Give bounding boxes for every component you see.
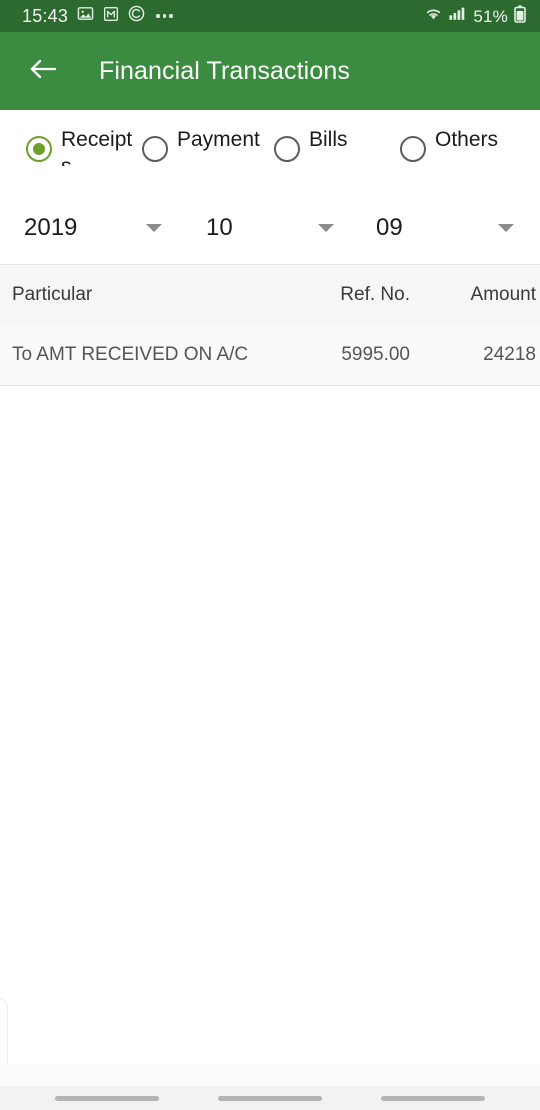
cell-amount: 24218 bbox=[483, 344, 536, 365]
cellular-signal-icon bbox=[449, 6, 467, 26]
m-app-icon bbox=[103, 6, 119, 27]
more-dots-icon bbox=[156, 14, 173, 18]
month-dropdown[interactable]: 10 bbox=[186, 205, 356, 251]
wifi-icon bbox=[424, 6, 443, 26]
status-clock: 15:43 bbox=[22, 6, 69, 26]
year-value: 2019 bbox=[24, 214, 78, 241]
nav-pill-back[interactable] bbox=[380, 1095, 485, 1101]
system-navigation-bar bbox=[0, 1086, 540, 1110]
battery-percent-label: 51% bbox=[473, 6, 508, 26]
date-selector-row: 2019 10 09 bbox=[0, 192, 540, 264]
radio-label-receipts: Receipts bbox=[61, 128, 133, 166]
day-dropdown[interactable]: 09 bbox=[356, 205, 540, 251]
transaction-type-radio-group: Receipts Payment Bills Others bbox=[0, 110, 540, 186]
app-screen: 15:43 51% Financial Transactions Receipt… bbox=[0, 0, 540, 1110]
cell-ref-no: 5995.00 bbox=[341, 344, 410, 365]
nav-bar-spacer bbox=[0, 1064, 540, 1086]
radio-button-bills[interactable] bbox=[274, 136, 300, 162]
radio-label-payment: Payment bbox=[177, 128, 260, 151]
radio-option-others[interactable]: Others bbox=[400, 126, 530, 162]
radio-button-receipts[interactable] bbox=[26, 136, 52, 162]
status-bar-right: 51% bbox=[424, 5, 526, 28]
radio-option-bills[interactable]: Bills bbox=[272, 126, 400, 162]
radio-option-receipts[interactable]: Receipts bbox=[0, 126, 140, 166]
nav-pill-home[interactable] bbox=[217, 1095, 322, 1101]
cell-particular: To AMT RECEIVED ON A/C bbox=[12, 344, 249, 365]
month-value: 10 bbox=[206, 214, 233, 241]
back-button[interactable] bbox=[22, 50, 64, 92]
table-row[interactable]: To AMT RECEIVED ON A/C 5995.00 24218 bbox=[0, 325, 540, 386]
radio-label-bills: Bills bbox=[309, 128, 348, 151]
column-header-ref-no: Ref. No. bbox=[340, 284, 410, 305]
chevron-down-icon bbox=[498, 224, 514, 232]
day-value: 09 bbox=[376, 214, 403, 241]
battery-icon bbox=[514, 5, 526, 28]
radio-button-payment[interactable] bbox=[142, 136, 168, 162]
chevron-down-icon bbox=[318, 224, 334, 232]
status-bar: 15:43 51% bbox=[0, 0, 540, 32]
c-app-icon bbox=[128, 5, 145, 27]
transactions-table-header: Particular Ref. No. Amount bbox=[0, 264, 540, 325]
transactions-list-empty-area bbox=[0, 386, 540, 1110]
column-header-particular: Particular bbox=[12, 284, 93, 305]
radio-label-others: Others bbox=[435, 128, 499, 151]
year-dropdown[interactable]: 2019 bbox=[0, 205, 186, 251]
page-title: Financial Transactions bbox=[99, 56, 350, 85]
nav-pill-recents[interactable] bbox=[55, 1095, 160, 1101]
chevron-down-icon bbox=[146, 224, 162, 232]
status-bar-left: 15:43 bbox=[22, 5, 424, 27]
gallery-icon bbox=[77, 5, 94, 27]
back-arrow-icon bbox=[29, 57, 57, 86]
radio-button-others[interactable] bbox=[400, 136, 426, 162]
column-header-amount: Amount bbox=[470, 284, 536, 305]
app-bar: Financial Transactions bbox=[0, 32, 540, 110]
radio-option-payment[interactable]: Payment bbox=[140, 126, 272, 162]
